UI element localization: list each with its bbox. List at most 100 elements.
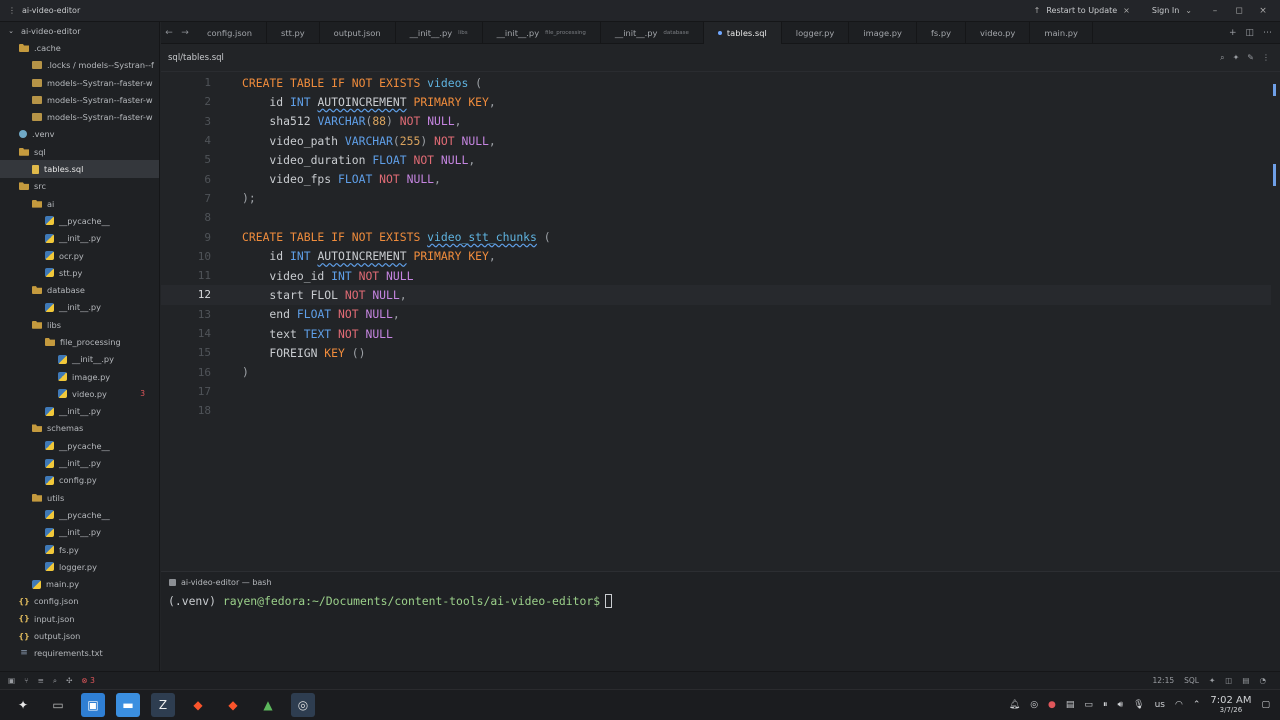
code-line[interactable]: 1 CREATE TABLE IF NOT EXISTS videos ( — [161, 73, 1271, 92]
zed-editor-icon[interactable]: Z — [151, 693, 175, 717]
back-arrow-icon[interactable]: ← — [161, 28, 177, 38]
pin-icon[interactable]: ✎ — [1247, 53, 1254, 63]
microphone-icon[interactable]: 🎙︎ — [1133, 700, 1144, 710]
scrollbar-marker[interactable] — [1273, 84, 1276, 96]
media-icon[interactable]: ⏸ — [1103, 700, 1108, 710]
code-line[interactable]: 17 — [161, 382, 1271, 401]
tree-item[interactable]: fs.py — [0, 541, 159, 558]
sidebar-toggle-icon[interactable]: ▣ — [8, 676, 15, 685]
git-branch-icon[interactable]: ⑂ — [24, 676, 29, 685]
code-line[interactable]: 6 video_fps FLOAT NOT NULL, — [161, 170, 1271, 189]
desktop-icon[interactable]: ▭ — [46, 693, 70, 717]
tree-item[interactable]: __init__.py — [0, 524, 159, 541]
editor-tab[interactable]: fs.py — [917, 21, 967, 44]
tree-item[interactable]: main.py — [0, 576, 159, 593]
tree-item[interactable]: __init__.py — [0, 230, 159, 247]
discover-icon[interactable]: ▣ — [81, 693, 105, 717]
outline-icon[interactable]: ≡ — [38, 676, 44, 685]
bell-icon[interactable]: 🔔︎ — [1009, 700, 1020, 710]
tree-item[interactable]: __init__.py — [0, 403, 159, 420]
tree-item[interactable]: .venv — [0, 126, 159, 143]
tree-item[interactable]: file_processing — [0, 333, 159, 350]
wifi-icon[interactable]: ◠ — [1175, 700, 1183, 710]
tree-item[interactable]: __pycache__ — [0, 437, 159, 454]
terminal-panel[interactable]: ai-video-editor — bash (.venv) rayen@fed… — [161, 571, 1280, 671]
cursor-position[interactable]: 12:15 — [1153, 676, 1175, 685]
tree-item[interactable]: __init__.py — [0, 351, 159, 368]
tree-item[interactable]: database — [0, 281, 159, 298]
feedback-icon[interactable]: ✦ — [1209, 676, 1215, 685]
minimize-icon[interactable]: – — [1208, 6, 1222, 16]
editor-tab[interactable]: stt.py — [267, 21, 320, 44]
code-line[interactable]: 8 — [161, 208, 1271, 227]
split-icon[interactable]: ◫ — [1245, 28, 1254, 38]
tree-item[interactable]: src — [0, 178, 159, 195]
tree-item[interactable]: tables.sql — [0, 160, 159, 178]
tree-item[interactable]: ai — [0, 195, 159, 212]
editor-tab[interactable]: config.json — [193, 21, 267, 44]
code-line[interactable]: 15 FOREIGN KEY () — [161, 343, 1271, 362]
code-line[interactable]: 3 sha512 VARCHAR(88) NOT NULL, — [161, 112, 1271, 131]
code-editor[interactable]: 1 CREATE TABLE IF NOT EXISTS videos (2 id… — [161, 72, 1280, 571]
tree-item[interactable]: {} output.json — [0, 627, 159, 644]
tree-item[interactable]: __pycache__ — [0, 506, 159, 523]
editor-tab[interactable]: __init__.py libs — [396, 21, 483, 44]
code-line[interactable]: 9 CREATE TABLE IF NOT EXISTS video_stt_ch… — [161, 227, 1271, 246]
tree-item[interactable]: .locks / models--Systran--f — [0, 57, 159, 74]
search-icon[interactable]: ⌕ — [53, 676, 57, 686]
terminal-toggle-icon[interactable]: ▤ — [1242, 676, 1249, 685]
plus-icon[interactable]: + — [1229, 28, 1237, 38]
code-line[interactable]: 7); — [161, 189, 1271, 208]
scrollbar-marker[interactable] — [1273, 164, 1276, 186]
tree-item[interactable]: stt.py — [0, 264, 159, 281]
tree-item[interactable]: utils — [0, 489, 159, 506]
tree-item[interactable]: models--Systran--faster-w — [0, 108, 159, 125]
tray-expand-icon[interactable]: ⌃ — [1193, 700, 1201, 710]
tree-item[interactable]: video.py 3 — [0, 385, 159, 402]
language-selector[interactable]: SQL — [1184, 676, 1199, 685]
assistant-panel-icon[interactable]: ◫ — [1225, 676, 1232, 685]
more-icon[interactable]: ⋯ — [1263, 28, 1272, 38]
record-icon[interactable]: ● — [1048, 700, 1056, 710]
editor-tab[interactable]: image.py — [849, 21, 917, 44]
code-line[interactable]: 13 end FLOAT NOT NULL, — [161, 305, 1271, 324]
code-line[interactable]: 2 id INT AUTOINCREMENT PRIMARY KEY, — [161, 92, 1271, 111]
code-line[interactable]: 11 video_id INT NOT NULL — [161, 266, 1271, 285]
terminal-prompt-line[interactable]: (.venv) rayen@fedora:~/Documents/content… — [168, 594, 613, 608]
tree-item[interactable]: ≡ requirements.txt — [0, 645, 159, 662]
debug-icon[interactable]: ✣ — [66, 676, 72, 685]
tree-item[interactable]: config.py — [0, 472, 159, 489]
tree-item[interactable]: ocr.py — [0, 247, 159, 264]
image-viewer-icon[interactable]: ▲ — [256, 693, 280, 717]
editor-tab[interactable]: logger.py — [782, 21, 850, 44]
search-icon[interactable]: ⌕ — [1220, 53, 1224, 63]
project-switcher[interactable]: ⋮ ai-video-editor — [0, 6, 80, 15]
clipboard-icon[interactable]: ▤ — [1066, 700, 1075, 710]
editor-tab[interactable]: __init__.py database — [601, 21, 704, 44]
code-line[interactable]: 4 video_path VARCHAR(255) NOT NULL, — [161, 131, 1271, 150]
editor-tab[interactable]: tables.sql — [703, 21, 782, 44]
tree-item[interactable]: libs — [0, 316, 159, 333]
app-launcher-icon[interactable]: ✦ — [11, 693, 35, 717]
brave-browser-icon[interactable]: ◆ — [186, 693, 210, 717]
file-manager-icon[interactable]: ▬ — [116, 693, 140, 717]
close-icon[interactable]: × — [1123, 6, 1130, 15]
window-close-icon[interactable]: × — [1256, 6, 1270, 16]
code-line[interactable]: 5 video_duration FLOAT NOT NULL, — [161, 150, 1271, 169]
tree-item[interactable]: image.py — [0, 368, 159, 385]
volume-icon[interactable]: 🔊︎ — [1117, 700, 1123, 710]
tree-item[interactable]: .cache — [0, 39, 159, 56]
diagnostics-button[interactable]: ⊗ 3 — [81, 676, 94, 685]
obs-studio-icon[interactable]: ◎ — [291, 693, 315, 717]
assistant-icon[interactable]: ✦ — [1233, 53, 1240, 63]
show-desktop-icon[interactable]: ▢ — [1261, 700, 1270, 710]
more-icon[interactable]: ⋮ — [1262, 53, 1270, 63]
notifications-icon[interactable]: ◔ — [1259, 676, 1266, 685]
keyboard-layout[interactable]: us — [1155, 700, 1165, 710]
editor-tab[interactable]: main.py — [1030, 21, 1093, 44]
code-line[interactable]: 16) — [161, 363, 1271, 382]
sign-in-button[interactable]: Sign In ⌄ — [1146, 4, 1198, 17]
tree-item[interactable]: models--Systran--faster-w — [0, 91, 159, 108]
tree-item[interactable]: schemas — [0, 420, 159, 437]
tree-item[interactable]: {} input.json — [0, 610, 159, 627]
